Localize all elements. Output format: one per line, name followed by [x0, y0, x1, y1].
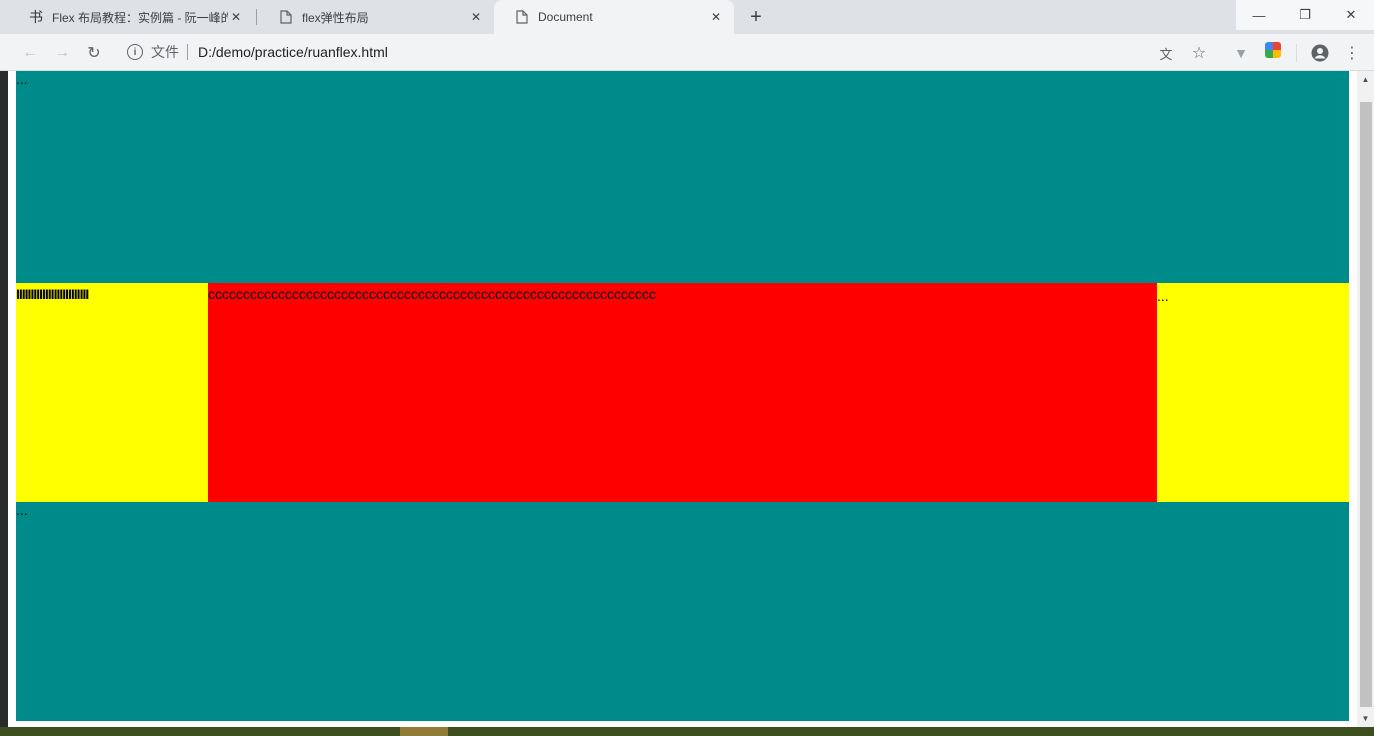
tab-separator: [256, 9, 257, 25]
center-column-text: cccccccccccccccccccccccccccccccccccccccc…: [208, 286, 656, 302]
browser-toolbar: ← → ↻ i 文件 D:/demo/practice/ruanflex.htm…: [0, 34, 1374, 71]
left-column-text: IIIIIIIIIIIIIIIIIIIIIIIII: [16, 286, 89, 302]
scroll-up-icon[interactable]: ▲: [1357, 71, 1374, 88]
scheme-label: 文件: [151, 44, 179, 60]
tab-strip: 书 Flex 布局教程：实例篇 - 阮一峰的 ✕ flex弹性布局 ✕ Docu…: [0, 0, 1374, 34]
footer-text: ...: [16, 502, 28, 518]
address-separator: [187, 44, 188, 60]
close-icon[interactable]: ✕: [228, 9, 244, 25]
desktop-edge: [0, 71, 8, 727]
right-column: ...: [1157, 283, 1349, 502]
close-window-button[interactable]: ✕: [1328, 0, 1374, 30]
info-icon[interactable]: i: [127, 44, 143, 60]
tab-ruanyf-flex[interactable]: 书 Flex 布局教程：实例篇 - 阮一峰的 ✕: [8, 0, 254, 34]
footer-block: ...: [16, 502, 1349, 721]
url-text[interactable]: D:/demo/practice/ruanflex.html: [198, 44, 388, 60]
vertical-scrollbar[interactable]: ▲ ▼: [1357, 71, 1374, 727]
tab-title: flex弹性布局: [302, 10, 369, 25]
toolbar-divider: [1296, 44, 1297, 62]
close-icon[interactable]: ✕: [708, 9, 724, 25]
bookmark-star-icon[interactable]: ☆: [1187, 41, 1211, 65]
header-block: ...: [16, 71, 1349, 283]
taskbar-item[interactable]: [400, 727, 448, 736]
reload-button[interactable]: ↻: [82, 41, 106, 65]
middle-row: IIIIIIIIIIIIIIIIIIIIIIIII cccccccccccccc…: [16, 283, 1349, 502]
tab-document[interactable]: Document ✕: [494, 0, 734, 34]
os-taskbar: [0, 727, 1374, 736]
address-bar[interactable]: i 文件 D:/demo/practice/ruanflex.html: [115, 37, 1215, 67]
tab-title: Flex 布局教程：实例篇 - 阮一峰的: [52, 10, 228, 25]
restore-button[interactable]: ❐: [1282, 0, 1328, 30]
close-icon[interactable]: ✕: [468, 9, 484, 25]
profile-avatar-icon[interactable]: [1308, 41, 1332, 65]
scroll-thumb[interactable]: [1360, 102, 1372, 707]
translate-icon[interactable]: 文: [1154, 41, 1178, 65]
minimize-button[interactable]: —: [1236, 0, 1282, 30]
ruanyf-logo-icon: 书: [29, 9, 43, 25]
back-button[interactable]: ←: [18, 41, 42, 65]
page-icon: [514, 9, 530, 25]
tab-title: Document: [538, 10, 593, 24]
page-viewport: ... IIIIIIIIIIIIIIIIIIIIIIIII cccccccccc…: [8, 71, 1374, 727]
menu-kebab-icon[interactable]: ⋮: [1340, 41, 1364, 65]
right-column-text: ...: [1157, 288, 1169, 304]
page-content: ... IIIIIIIIIIIIIIIIIIIIIIIII cccccccccc…: [16, 71, 1349, 721]
left-column: IIIIIIIIIIIIIIIIIIIIIIIII: [16, 283, 208, 502]
forward-button[interactable]: →: [50, 41, 74, 65]
extension-icon[interactable]: [1265, 42, 1281, 58]
vue-devtools-icon[interactable]: ▼: [1229, 41, 1253, 65]
center-column: cccccccccccccccccccccccccccccccccccccccc…: [208, 283, 1157, 502]
tab-flex-layout[interactable]: flex弹性布局 ✕: [258, 0, 494, 34]
scroll-down-icon[interactable]: ▼: [1357, 710, 1374, 727]
page-icon: [278, 9, 294, 25]
header-text: ...: [16, 71, 28, 87]
new-tab-button[interactable]: +: [744, 6, 768, 28]
